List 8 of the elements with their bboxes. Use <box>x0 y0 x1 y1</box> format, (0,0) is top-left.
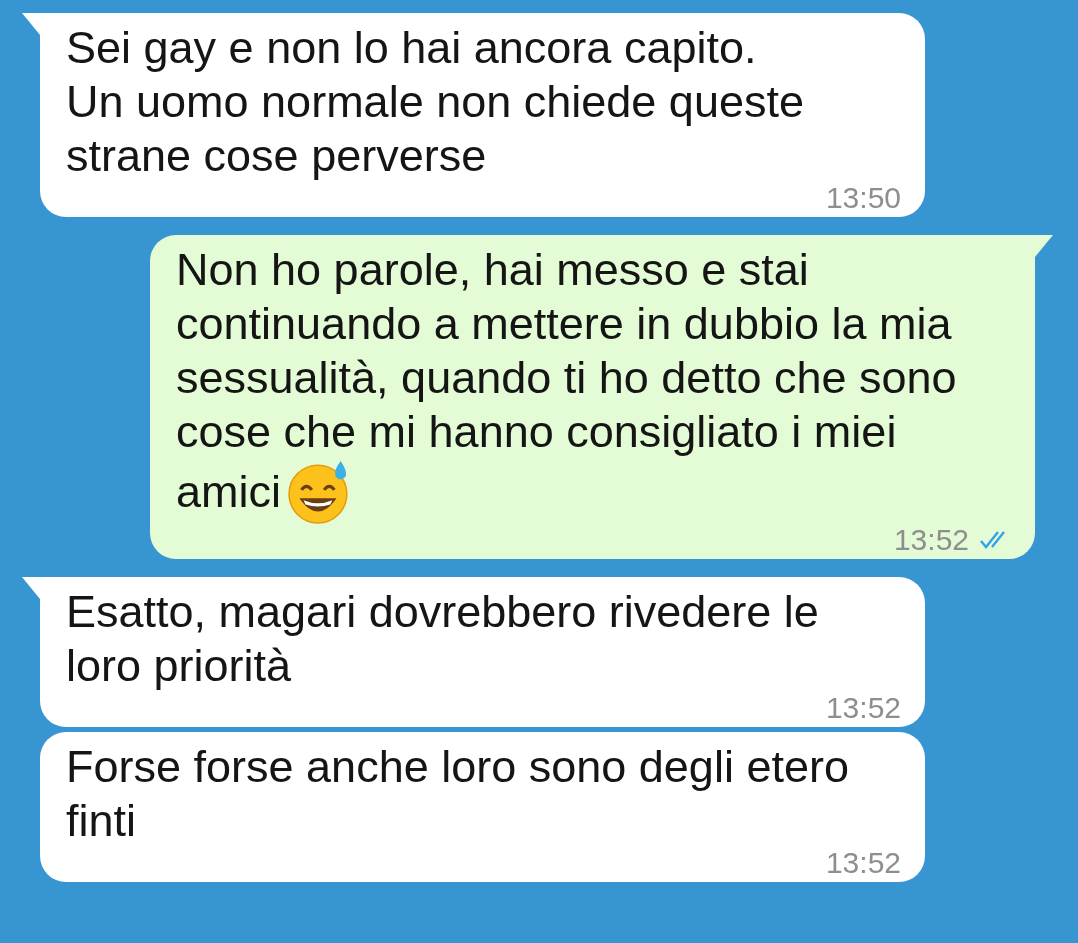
message-time: 13:52 <box>825 691 901 725</box>
message-text: Non ho parole, hai messo e stai continuando a mettere in dubbio la mia sessualità, quando ti ho detto che sono cose che mi hanno consigliato i miei amici <box>176 243 1011 525</box>
message-time: 13:50 <box>825 181 901 215</box>
message-text: Sei gay e non lo hai ancora capito. Un uomo normale non chiede queste strane cose perverse <box>66 21 805 183</box>
message-time: 13:52 <box>825 846 901 880</box>
message-time: 13:52 <box>893 523 969 557</box>
message-text: Forse forse anche loro sono degli etero finti <box>66 740 850 848</box>
message-text: Esatto, magari dovrebbero rivedere le loro priorità <box>66 585 820 693</box>
